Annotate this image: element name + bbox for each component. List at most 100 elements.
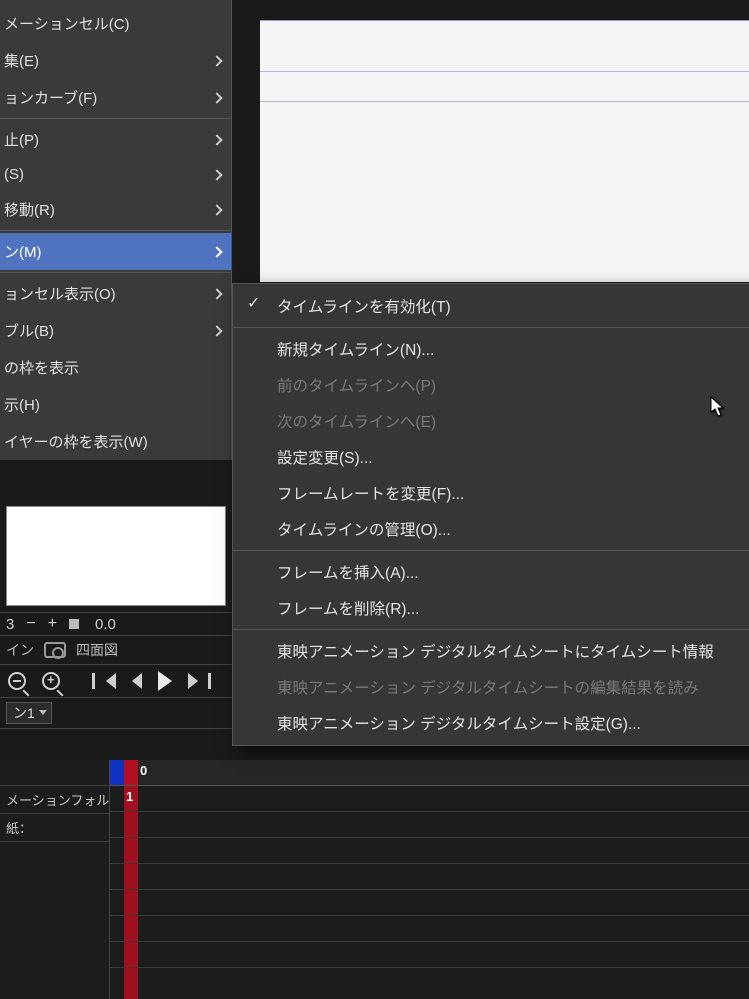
- track-select[interactable]: ン1: [6, 702, 52, 724]
- camera-icon[interactable]: [44, 642, 66, 658]
- step-forward-icon[interactable]: [188, 673, 198, 689]
- menu-item-show-h[interactable]: 示(H): [0, 386, 231, 423]
- menu-item-table[interactable]: ブル(B): [0, 312, 231, 349]
- track-select-input[interactable]: ン1: [6, 702, 52, 724]
- submenu-item-label: 東映アニメーション デジタルタイムシートにタイムシート情報: [277, 640, 714, 662]
- timeline-row[interactable]: [110, 890, 749, 916]
- timeline-row[interactable]: 1: [110, 786, 749, 812]
- submenu-item-next-timeline: 次のタイムラインへ(E): [233, 403, 749, 439]
- track-header[interactable]: メーションフォルダ: [0, 786, 109, 814]
- timeline-row[interactable]: [110, 812, 749, 838]
- minus-button[interactable]: −: [26, 615, 35, 633]
- view-label: イン: [6, 640, 34, 660]
- timeline-ruler[interactable]: 0: [110, 760, 749, 786]
- view-mode-label[interactable]: 四面図: [76, 640, 118, 660]
- submenu-item-framerate[interactable]: フレームレートを変更(F)...: [233, 475, 749, 511]
- menu-item-label: 示(H): [4, 394, 40, 415]
- submenu-item-label: フレームを挿入(A)...: [277, 561, 419, 583]
- submenu-item-prev-timeline: 前のタイムラインへ(P): [233, 367, 749, 403]
- submenu-item-delete-frame[interactable]: フレームを削除(R)...: [233, 590, 749, 626]
- menu-item-label: イヤーの枠を表示(W): [4, 431, 148, 452]
- canvas-area[interactable]: [260, 20, 749, 282]
- menu-separator: [233, 327, 749, 328]
- navigator-panel: 3 − + 0.0 イン 四面図 ン1: [0, 502, 232, 729]
- timeline-row[interactable]: [110, 864, 749, 890]
- timeline-row[interactable]: [110, 916, 749, 942]
- submenu-item-new-timeline[interactable]: 新規タイムライン(N)...: [233, 331, 749, 367]
- timeline-row[interactable]: [110, 942, 749, 968]
- chevron-right-icon: [211, 169, 222, 180]
- plus-button[interactable]: +: [48, 615, 57, 633]
- main-menu: メーションセル(C) 集(E) ョンカーブ(F) 止(P) (S) 移動(R) …: [0, 0, 232, 460]
- chevron-right-icon: [211, 92, 222, 103]
- chevron-right-icon: [211, 134, 222, 145]
- menu-separator: [0, 272, 231, 273]
- timeline-tracks[interactable]: 0 1: [110, 760, 749, 999]
- submenu-item-settings[interactable]: 設定変更(S)...: [233, 439, 749, 475]
- track-header[interactable]: 紙：: [0, 814, 109, 842]
- chevron-right-icon: [211, 325, 222, 336]
- menu-item-move[interactable]: 移動(R): [0, 191, 231, 228]
- navigator-thumbnail[interactable]: [6, 506, 226, 606]
- frame-number: 1: [126, 789, 133, 804]
- submenu-item-manage-timeline[interactable]: タイムラインの管理(O)...: [233, 511, 749, 547]
- submenu-item-toei-settings[interactable]: 東映アニメーション デジタルタイムシート設定(G)...: [233, 705, 749, 741]
- menu-item-cel-display[interactable]: ョンセル表示(O): [0, 275, 231, 312]
- menu-item-timeline[interactable]: ン(M): [0, 233, 231, 270]
- menu-separator: [0, 118, 231, 119]
- menu-item-label: ョンセル表示(O): [4, 283, 116, 304]
- menu-item-s[interactable]: (S): [0, 158, 231, 191]
- menu-item-label: ン(M): [4, 241, 42, 262]
- menu-item-label: の枠を表示: [4, 357, 79, 378]
- menu-item-stop[interactable]: 止(P): [0, 121, 231, 158]
- menu-item-animation-cel[interactable]: メーションセル(C): [0, 5, 231, 42]
- value-label: 3: [6, 616, 14, 633]
- menu-item-label: (S): [4, 166, 24, 183]
- submenu-item-enable-timeline[interactable]: タイムラインを有効化(T): [233, 288, 749, 324]
- playback-controls: [0, 665, 232, 698]
- track-name: メーションフォルダ: [6, 793, 109, 808]
- frame-number: 0: [140, 763, 147, 778]
- chevron-right-icon: [211, 55, 222, 66]
- submenu-item-label: 新規タイムライン(N)...: [277, 338, 434, 360]
- submenu-item-label: 前のタイムラインへ(P): [277, 374, 436, 396]
- zoom-out-icon[interactable]: [8, 672, 26, 690]
- chevron-right-icon: [211, 288, 222, 299]
- menu-item-label: 移動(R): [4, 199, 55, 220]
- menu-item-show-frame[interactable]: の枠を表示: [0, 349, 231, 386]
- menu-item-label: 集(E): [4, 50, 39, 71]
- menu-item-label: ョンカーブ(F): [4, 87, 97, 108]
- submenu-item-insert-frame[interactable]: フレームを挿入(A)...: [233, 554, 749, 590]
- submenu-item-label: フレームレートを変更(F)...: [277, 482, 464, 504]
- submenu-item-label: 東映アニメーション デジタルタイムシートの編集結果を読み: [277, 676, 699, 698]
- menu-item-function-curve[interactable]: ョンカーブ(F): [0, 79, 231, 116]
- menu-item-label: ブル(B): [4, 320, 54, 341]
- menu-item-label: メーションセル(C): [4, 13, 130, 34]
- stop-icon: [69, 619, 79, 629]
- go-to-start-icon[interactable]: [106, 673, 116, 689]
- timeline-playhead[interactable]: 0: [124, 760, 138, 785]
- track-selector-row: ン1: [0, 698, 232, 729]
- timeline-ruler-header: [0, 760, 109, 786]
- submenu-item-toei-export[interactable]: 東映アニメーション デジタルタイムシートにタイムシート情報: [233, 633, 749, 669]
- submenu-item-label: 東映アニメーション デジタルタイムシート設定(G)...: [277, 712, 641, 734]
- timeline-body[interactable]: 1: [110, 786, 749, 999]
- timeline-start-marker[interactable]: [110, 760, 124, 785]
- submenu-item-toei-import: 東映アニメーション デジタルタイムシートの編集結果を読み: [233, 669, 749, 705]
- menu-separator: [0, 230, 231, 231]
- menu-separator: [233, 629, 749, 630]
- zoom-controls: 3 − + 0.0: [0, 612, 232, 636]
- chevron-right-icon: [211, 204, 222, 215]
- step-back-icon[interactable]: [132, 673, 142, 689]
- play-icon[interactable]: [158, 671, 172, 691]
- submenu-item-label: タイムラインの管理(O)...: [277, 518, 451, 540]
- menu-item-label: 止(P): [4, 129, 39, 150]
- menu-item-edit[interactable]: 集(E): [0, 42, 231, 79]
- chevron-right-icon: [211, 246, 222, 257]
- submenu-item-label: フレームを削除(R)...: [277, 597, 419, 619]
- timeline-row[interactable]: [110, 838, 749, 864]
- menu-item-show-layer-frame[interactable]: イヤーの枠を表示(W): [0, 423, 231, 460]
- zoom-value: 0.0: [95, 616, 116, 633]
- zoom-in-icon[interactable]: [42, 672, 60, 690]
- track-name: 紙：: [6, 821, 32, 836]
